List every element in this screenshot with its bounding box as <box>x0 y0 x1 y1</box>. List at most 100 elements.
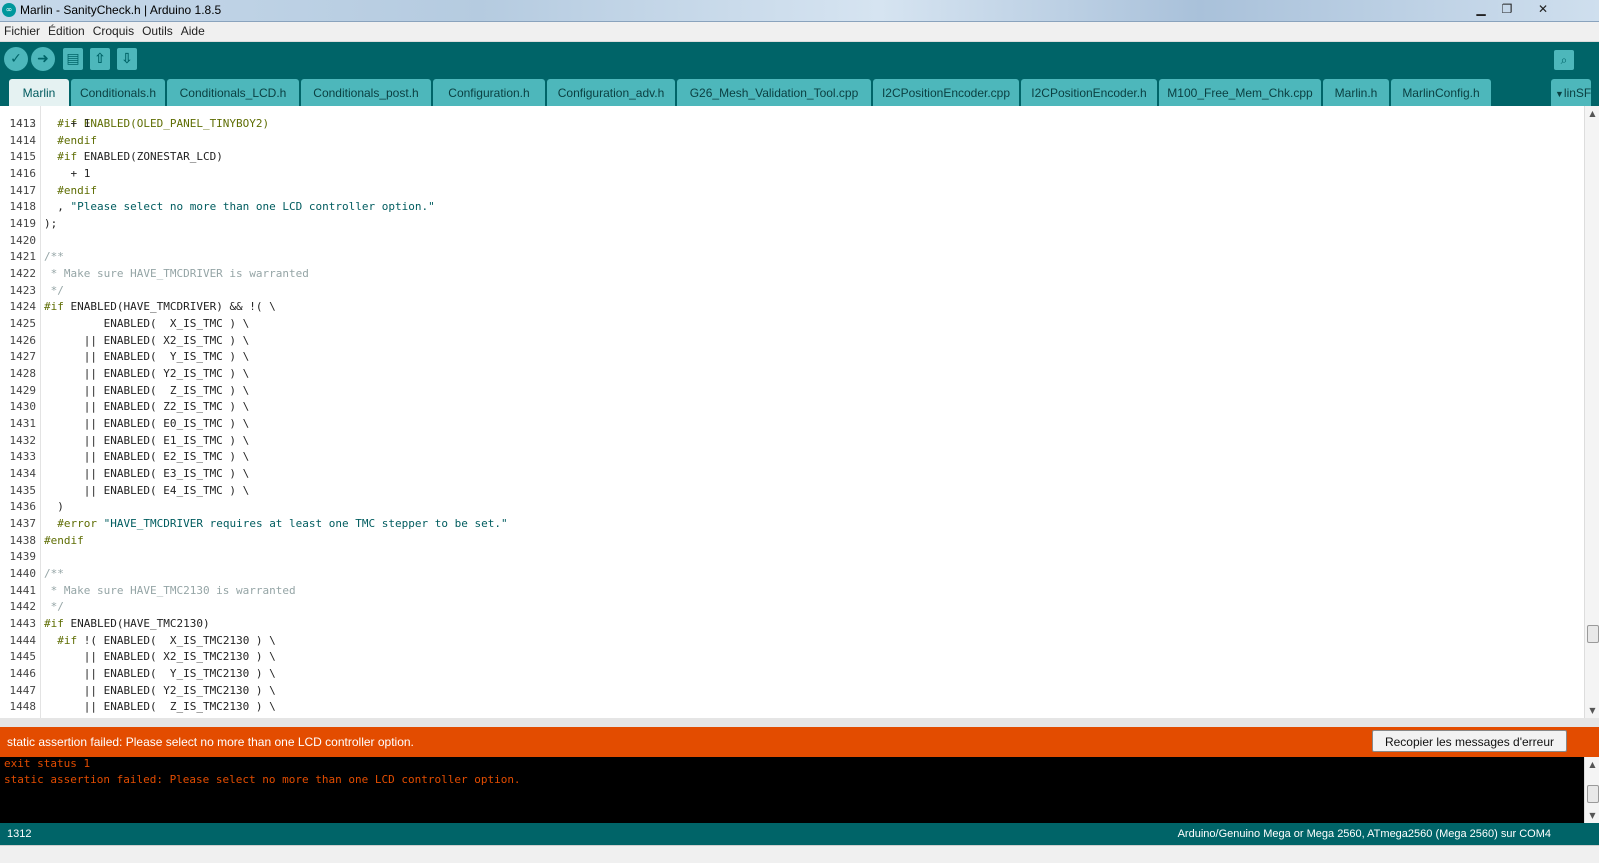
window-title: Marlin - SanityCheck.h | Arduino 1.8.5 <box>20 3 222 17</box>
code-text: #if ENABLED(HAVE_TMC2130) <box>44 617 210 631</box>
code-line[interactable]: 1422 * Make sure HAVE_TMCDRIVER is warra… <box>0 265 1584 282</box>
code-line[interactable]: 1434 || ENABLED( E3_IS_TMC ) \ <box>0 465 1584 482</box>
minimize-button[interactable]: ▁ <box>1468 0 1494 18</box>
panel-divider[interactable] <box>0 718 1599 727</box>
tab-marlinconfig-h[interactable]: MarlinConfig.h <box>1391 79 1491 106</box>
console-scroll-thumb[interactable] <box>1587 785 1599 803</box>
new-sketch-button[interactable]: ▤ <box>63 48 83 70</box>
maximize-button[interactable]: ❐ <box>1494 0 1520 18</box>
console-output[interactable]: exit status 1 static assertion failed: P… <box>0 757 1584 823</box>
tab-i2cpositionencoder-cpp[interactable]: I2CPositionEncoder.cpp <box>873 79 1019 106</box>
editor-vertical-scrollbar[interactable]: ▲ ▼ <box>1584 106 1599 718</box>
line-number: 1448 <box>9 700 37 714</box>
code-line[interactable]: 1448 || ENABLED( Z_IS_TMC2130 ) \ <box>0 698 1584 715</box>
serial-monitor-button[interactable]: ⌕ <box>1554 50 1574 70</box>
close-button[interactable]: ✕ <box>1528 0 1558 18</box>
code-line[interactable]: 1433 || ENABLED( E2_IS_TMC ) \ <box>0 448 1584 465</box>
tab-g26-mesh-validation-tool-cpp[interactable]: G26_Mesh_Validation_Tool.cpp <box>677 79 871 106</box>
code-line[interactable]: 1447 || ENABLED( Y2_IS_TMC2130 ) \ <box>0 682 1584 699</box>
code-line[interactable]: 1414 #endif <box>0 132 1584 149</box>
open-sketch-button[interactable]: ⇧ <box>90 48 110 70</box>
code-line[interactable]: 1439 <box>0 548 1584 565</box>
code-line[interactable]: 1418 , "Please select no more than one L… <box>0 198 1584 215</box>
copy-error-messages-button[interactable]: Recopier les messages d'erreur <box>1371 730 1567 752</box>
code-line[interactable]: 1432 || ENABLED( E1_IS_TMC ) \ <box>0 432 1584 449</box>
code-line[interactable]: 1413 + 1 <box>0 115 1584 132</box>
code-line[interactable]: 1445 || ENABLED( X2_IS_TMC2130 ) \ <box>0 648 1584 665</box>
code-line[interactable]: 1420 <box>0 232 1584 249</box>
code-line[interactable]: 1442 */ <box>0 598 1584 615</box>
console-line: exit status 1 <box>4 757 91 770</box>
line-number: 1430 <box>9 400 37 414</box>
code-line[interactable]: 1441 * Make sure HAVE_TMC2130 is warrant… <box>0 582 1584 599</box>
new-file-icon: ▤ <box>66 51 80 67</box>
tab-overflow-menu[interactable]: ▼linSF <box>1551 79 1591 106</box>
code-line[interactable]: 1443 #if ENABLED(HAVE_TMC2130) <box>0 615 1584 632</box>
console-scroll-up-icon[interactable]: ▲ <box>1585 757 1599 772</box>
dropdown-triangle-icon: ▼ <box>1555 89 1564 99</box>
code-line[interactable]: 1416 + 1 <box>0 165 1584 182</box>
code-line[interactable]: 1446 || ENABLED( Y_IS_TMC2130 ) \ <box>0 665 1584 682</box>
verify-button[interactable]: ✓ <box>4 47 28 71</box>
tab-conditionals-lcd-h[interactable]: Conditionals_LCD.h <box>167 79 299 106</box>
menu-edition[interactable]: Édition <box>44 22 89 41</box>
code-line[interactable]: 1429 || ENABLED( Z_IS_TMC ) \ <box>0 382 1584 399</box>
code-text: /** <box>44 567 64 581</box>
code-line[interactable]: 1415 #if ENABLED(ZONESTAR_LCD) <box>0 148 1584 165</box>
scroll-up-arrow-icon[interactable]: ▲ <box>1585 106 1599 121</box>
code-line[interactable]: 1435 || ENABLED( E4_IS_TMC ) \ <box>0 482 1584 499</box>
checkmark-icon: ✓ <box>10 51 22 67</box>
scroll-down-arrow-icon[interactable]: ▼ <box>1585 703 1599 718</box>
code-text: * Make sure HAVE_TMCDRIVER is warranted <box>44 267 309 281</box>
code-line[interactable]: 1437 #error "HAVE_TMCDRIVER requires at … <box>0 515 1584 532</box>
code-text: || ENABLED( Z2_IS_TMC ) \ <box>44 400 250 414</box>
line-number: 1419 <box>9 217 37 231</box>
code-line[interactable]: 1426 || ENABLED( X2_IS_TMC ) \ <box>0 332 1584 349</box>
code-editor[interactable]: 1412 #if ENABLED(OLED_PANEL_TINYBOY2) 14… <box>0 106 1584 718</box>
code-line[interactable]: 1419); <box>0 215 1584 232</box>
code-line[interactable]: 1444 #if !( ENABLED( X_IS_TMC2130 ) \ <box>0 632 1584 649</box>
line-number: 1443 <box>9 617 37 631</box>
menu-croquis[interactable]: Croquis <box>89 22 138 41</box>
code-line[interactable]: 1438 #endif <box>0 532 1584 549</box>
line-number: 1447 <box>9 683 37 697</box>
code-line[interactable]: 1421 /** <box>0 248 1584 265</box>
console-vertical-scrollbar[interactable]: ▲ ▼ <box>1584 757 1599 823</box>
code-text: #endif <box>57 133 97 147</box>
code-line[interactable]: 1431 || ENABLED( E0_IS_TMC ) \ <box>0 415 1584 432</box>
line-number: 1428 <box>9 367 37 381</box>
line-number: 1416 <box>9 167 37 180</box>
menu-aide[interactable]: Aide <box>177 22 209 41</box>
menu-fichier[interactable]: Fichier <box>0 22 44 41</box>
line-number: 1434 <box>9 467 37 481</box>
console-scroll-down-icon[interactable]: ▼ <box>1585 808 1599 823</box>
code-line[interactable]: 1427 || ENABLED( Y_IS_TMC ) \ <box>0 348 1584 365</box>
save-sketch-button[interactable]: ⇩ <box>117 48 137 70</box>
tab-marlin[interactable]: Marlin <box>9 79 69 106</box>
code-text: ENABLED( X_IS_TMC ) \ <box>44 317 250 331</box>
code-line[interactable]: 1424 #if ENABLED(HAVE_TMCDRIVER) && !( \ <box>0 298 1584 315</box>
line-number: 1418 <box>9 200 37 214</box>
code-line[interactable]: 1423 */ <box>0 282 1584 299</box>
tab-m100-free-mem-chk-cpp[interactable]: M100_Free_Mem_Chk.cpp <box>1159 79 1321 106</box>
code-line[interactable]: 1417 #endif <box>0 182 1584 199</box>
tab-marlin-h[interactable]: Marlin.h <box>1323 79 1389 106</box>
scroll-thumb[interactable] <box>1587 625 1599 643</box>
tab-conditionals-h[interactable]: Conditionals.h <box>71 79 165 106</box>
menu-outils[interactable]: Outils <box>138 22 177 41</box>
code-line[interactable]: 1430 || ENABLED( Z2_IS_TMC ) \ <box>0 398 1584 415</box>
code-line[interactable]: 1436 ) <box>0 498 1584 515</box>
tab-configuration-adv-h[interactable]: Configuration_adv.h <box>547 79 675 106</box>
code-line[interactable]: 1425 ENABLED( X_IS_TMC ) \ <box>0 315 1584 332</box>
tab-i2cpositionencoder-h[interactable]: I2CPositionEncoder.h <box>1021 79 1157 106</box>
code-text: */ <box>44 283 64 297</box>
line-number: 1423 <box>9 283 37 297</box>
tab-conditionals-post-h[interactable]: Conditionals_post.h <box>301 79 431 106</box>
code-text: || ENABLED( Y2_IS_TMC ) \ <box>44 367 250 381</box>
line-number: 1438 <box>9 533 37 547</box>
code-line[interactable]: 1440 /** <box>0 565 1584 582</box>
code-line[interactable]: 1428 || ENABLED( Y2_IS_TMC ) \ <box>0 365 1584 382</box>
tab-configuration-h[interactable]: Configuration.h <box>433 79 545 106</box>
code-text: #if ENABLED(ZONESTAR_LCD) <box>57 150 223 164</box>
upload-button[interactable]: ➜ <box>31 47 55 71</box>
